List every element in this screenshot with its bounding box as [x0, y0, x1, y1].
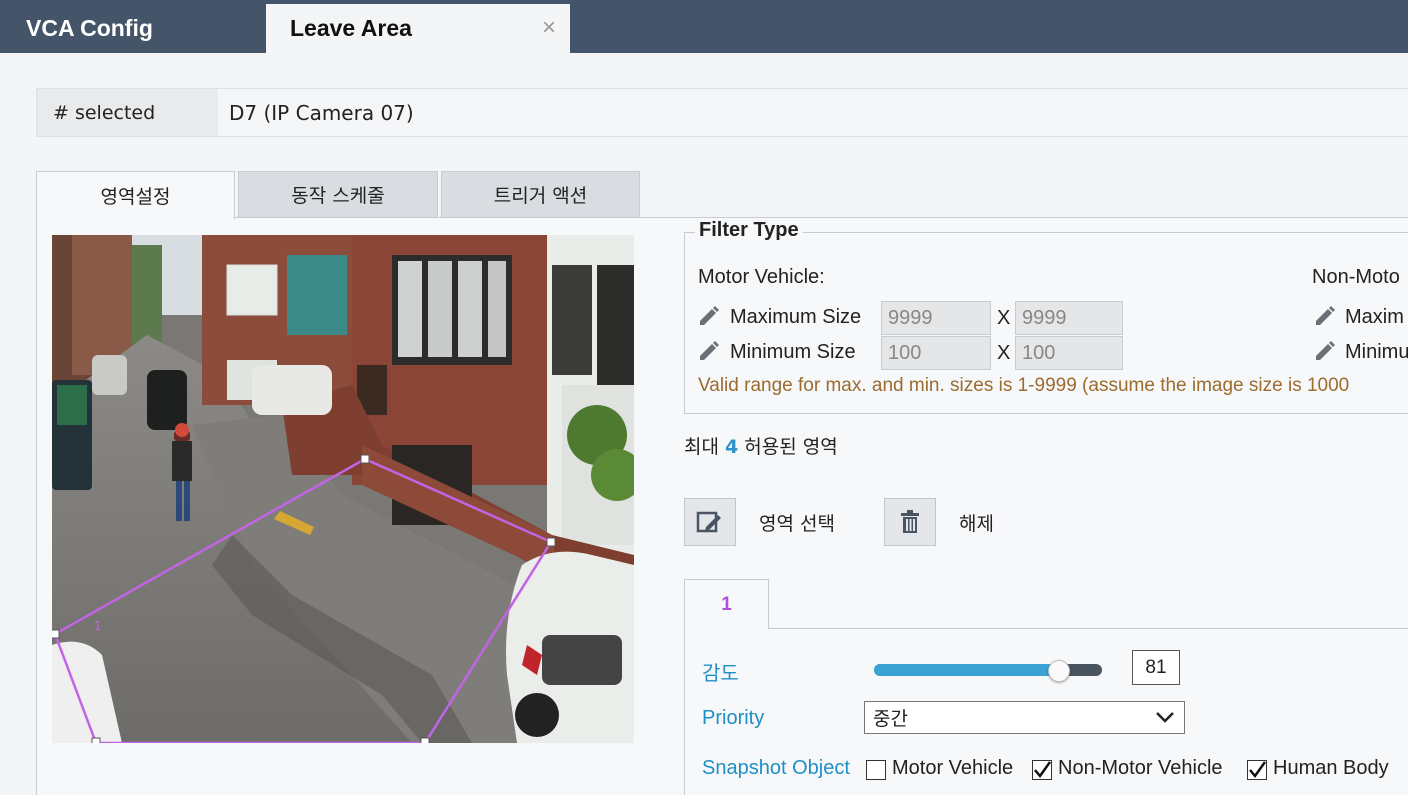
human-body-option: Human Body [1273, 757, 1389, 779]
snapshot-object-label: Snapshot Object [702, 757, 850, 779]
pencil-icon[interactable] [1313, 304, 1337, 328]
priority-value: 중간 [873, 708, 908, 730]
filter-type-title: Filter Type [695, 219, 803, 242]
trash-icon [901, 510, 919, 533]
sensitivity-label: 감도 [702, 663, 739, 685]
min-size-label: Minimum Size [730, 341, 856, 363]
non-motor-vehicle-label: Non-Moto [1312, 266, 1400, 288]
zone-tab-1[interactable]: 1 [684, 579, 769, 629]
max-size-label: Maximum Size [730, 306, 862, 328]
max-height-input[interactable]: 9999 [1015, 301, 1123, 335]
non-motor-vehicle-option: Non-Motor Vehicle [1058, 757, 1223, 779]
tab-trigger-action[interactable]: 트리거 액션 [441, 171, 640, 218]
min-height-input[interactable]: 100 [1015, 336, 1123, 370]
min-size-label-right: Minimu [1345, 341, 1408, 363]
motor-vehicle-checkbox[interactable] [866, 760, 886, 780]
filter-type-group: Filter Type Motor Vehicle: Non-Moto Maxi… [684, 219, 1408, 414]
pencil-icon[interactable] [697, 304, 721, 328]
tab-join [37, 215, 234, 219]
x-separator: X [997, 307, 1011, 329]
selected-label: # selected [37, 89, 218, 136]
tab-leave-area[interactable]: Leave Area × [266, 4, 570, 53]
tab-area-settings[interactable]: 영역설정 [36, 171, 235, 219]
clear-label: 해제 [959, 513, 994, 535]
tab-vca-config[interactable]: VCA Config [0, 4, 264, 53]
max-area-prefix: 최대 [684, 436, 719, 458]
select-area-label: 영역 선택 [759, 513, 835, 535]
selected-row: # selected D7 (IP Camera 07) [36, 88, 1408, 137]
select-area-button[interactable] [684, 498, 736, 546]
x-separator: X [997, 342, 1011, 364]
max-area-text: 최대 4 허용된 영역 [684, 432, 838, 459]
checkmark-icon [1249, 761, 1267, 779]
camera-view[interactable]: 1 [52, 235, 634, 743]
size-range-note: Valid range for max. and min. sizes is 1… [698, 375, 1350, 396]
pencil-icon[interactable] [697, 339, 721, 363]
slider-thumb[interactable] [1047, 660, 1070, 682]
chevron-down-icon [1156, 712, 1174, 723]
slider-fill [874, 664, 1059, 676]
clear-button[interactable] [884, 498, 936, 546]
close-icon[interactable]: × [542, 14, 556, 42]
max-area-suffix: 허용된 영역 [744, 436, 838, 458]
selected-camera: D7 (IP Camera 07) [229, 100, 414, 125]
tab-schedule[interactable]: 동작 스케줄 [238, 171, 438, 218]
tab-label: VCA Config [26, 15, 153, 41]
priority-select[interactable]: 중간 [864, 701, 1185, 734]
human-body-checkbox[interactable] [1247, 760, 1267, 780]
max-width-input[interactable]: 9999 [881, 301, 991, 335]
edit-area-icon [696, 511, 721, 533]
checkmark-icon [1034, 761, 1052, 779]
tab-label: Leave Area [290, 15, 412, 41]
zone-number-label: 1 [94, 619, 102, 633]
sensitivity-value[interactable]: 81 [1132, 650, 1180, 685]
motor-vehicle-label: Motor Vehicle: [698, 266, 825, 288]
non-motor-vehicle-checkbox[interactable] [1032, 760, 1052, 780]
max-size-label-right: Maxim [1345, 306, 1404, 328]
priority-label: Priority [702, 707, 765, 729]
motor-vehicle-option: Motor Vehicle [892, 757, 1014, 779]
pencil-icon[interactable] [1313, 339, 1337, 363]
min-width-input[interactable]: 100 [881, 336, 991, 370]
max-area-count: 4 [725, 436, 739, 458]
